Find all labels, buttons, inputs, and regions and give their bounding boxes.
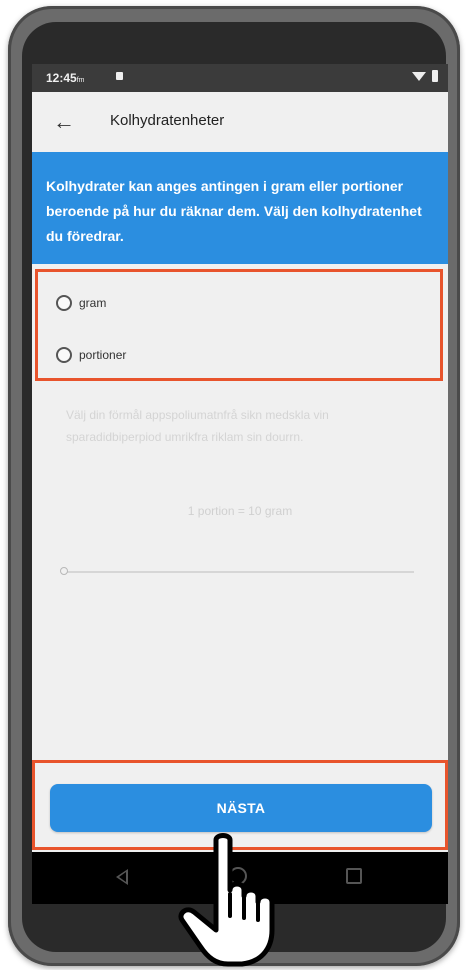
option-label-gram: gram [79,296,107,310]
next-button[interactable]: NÄSTA [50,784,432,832]
portion-slider-track[interactable] [62,571,414,573]
info-banner: Kolhydrater kan anges antingen i gram el… [32,152,448,264]
status-bar: 12:45fm [32,64,448,92]
nav-recent-apps-icon[interactable] [346,868,362,884]
arrow-left-icon[interactable]: ← [52,110,76,134]
option-gram[interactable]: gram [56,289,106,317]
unit-options-group: gram portioner [35,269,443,381]
option-portioner[interactable]: portioner [56,341,126,369]
option-label-portioner: portioner [79,348,127,362]
page-title: Kolhydratenheter [110,112,225,129]
portion-size-description: Välj din förmål appspoliumatnfrå sikn me… [66,408,329,444]
toolbar: ← Kolhydratenheter [32,92,448,152]
lock-icon [116,72,123,80]
status-time: 12:45fm [46,71,85,85]
app-screen: 12:45fm ← Kolhydratenheter Kolhydrater k… [32,64,448,904]
wifi-icon [412,72,426,81]
portion-slider-thumb[interactable] [60,567,68,575]
hand-pointer-icon [178,833,275,967]
radio-icon[interactable] [56,347,72,363]
battery-icon [432,70,438,82]
nav-back-icon[interactable] [116,869,128,885]
radio-icon[interactable] [56,295,72,311]
portion-size-value: 1 portion = 10 gram [187,504,293,518]
